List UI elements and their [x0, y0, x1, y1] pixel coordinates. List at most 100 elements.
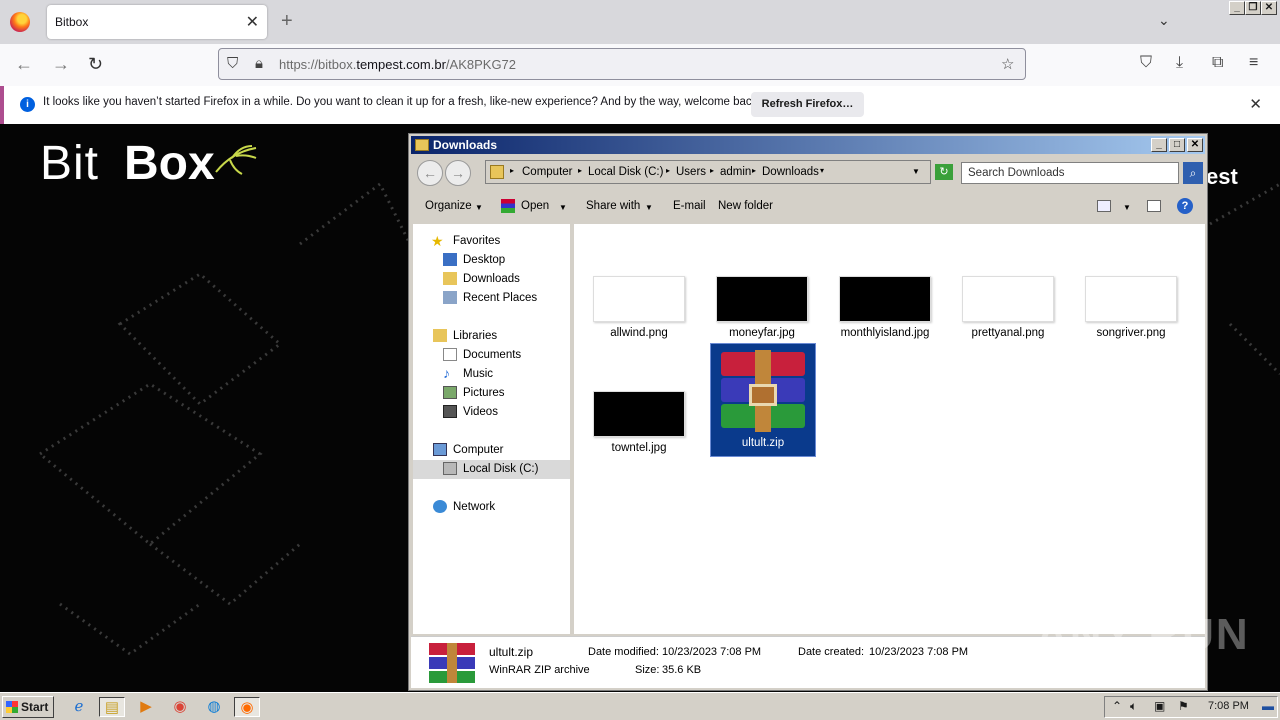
crumb-admin[interactable]: admin: [720, 166, 751, 178]
address-dropdown-icon[interactable]: ▼: [912, 167, 920, 176]
nav-videos[interactable]: Videos: [463, 406, 498, 418]
explorer-forward-icon[interactable]: →: [445, 160, 471, 186]
email-button[interactable]: E-mail: [673, 200, 706, 212]
taskbar-clock[interactable]: 7:08 PM: [1208, 700, 1249, 712]
network-tray-icon[interactable]: ▣: [1154, 699, 1165, 713]
nav-documents[interactable]: Documents: [463, 349, 521, 361]
bookmark-star-icon[interactable]: ☆: [1001, 55, 1014, 73]
minimize-icon[interactable]: _: [1229, 1, 1245, 15]
forward-icon[interactable]: →: [52, 54, 70, 75]
refresh-firefox-button[interactable]: Refresh Firefox…: [751, 92, 864, 117]
crumb-separator[interactable]: ▸: [666, 166, 670, 175]
share-with-button[interactable]: Share with: [586, 200, 640, 212]
restore-icon[interactable]: ❐: [1245, 1, 1261, 15]
crumb-users[interactable]: Users: [676, 166, 706, 178]
bitbox-logo-box: Box: [124, 137, 215, 190]
reload-icon[interactable]: ↻: [88, 54, 103, 75]
downloads-folder-icon: [443, 272, 457, 285]
view-dropdown-icon[interactable]: ▼: [1123, 203, 1131, 212]
nav-computer[interactable]: Computer: [453, 444, 504, 456]
organize-dropdown-icon[interactable]: ▼: [475, 203, 483, 212]
nav-network[interactable]: Network: [453, 501, 495, 513]
file-item[interactable]: prettyanal.png: [955, 276, 1061, 339]
address-bar[interactable]: ▸ Computer ▸ Local Disk (C:) ▸ Users ▸ a…: [485, 160, 931, 184]
explorer-refresh-icon[interactable]: ↻: [935, 164, 953, 180]
help-icon[interactable]: ?: [1177, 198, 1193, 214]
details-created-label: Date created:: [798, 646, 865, 658]
browser-tab[interactable]: Bitbox ✕: [47, 5, 267, 39]
file-item[interactable]: allwind.png: [586, 276, 692, 339]
crumb-downloads[interactable]: Downloads: [762, 166, 819, 178]
open-button[interactable]: Open: [521, 200, 549, 212]
open-dropdown-icon[interactable]: ▼: [559, 203, 567, 212]
tray-expand-icon[interactable]: ⌃: [1112, 699, 1122, 713]
crumb-separator[interactable]: ▸: [752, 166, 756, 175]
url-text: https://bitbox.tempest.com.br/AK8PKG72: [279, 57, 517, 72]
nav-music[interactable]: Music: [463, 368, 493, 380]
volume-icon[interactable]: 🔈︎: [1130, 699, 1137, 714]
back-icon[interactable]: ←: [15, 54, 33, 75]
nav-downloads[interactable]: Downloads: [463, 273, 520, 285]
palm-logo-icon: [215, 145, 257, 175]
firefox-logo-icon: [10, 12, 30, 32]
crumb-local-disk[interactable]: Local Disk (C:): [588, 166, 663, 178]
nav-libraries[interactable]: Libraries: [453, 330, 497, 342]
file-item[interactable]: towntel.jpg: [586, 391, 692, 454]
preview-pane-icon[interactable]: [1147, 200, 1161, 212]
explorer-back-icon[interactable]: ←: [417, 160, 443, 186]
explorer-title: Downloads: [433, 138, 498, 152]
organize-button[interactable]: Organize: [425, 200, 472, 212]
tab-list-chevron-icon[interactable]: ⌄: [1158, 12, 1170, 29]
nav-recent-places[interactable]: Recent Places: [463, 292, 537, 304]
file-item-selected[interactable]: ultult.zip: [710, 343, 816, 457]
show-desktop-icon[interactable]: ▬: [1262, 699, 1274, 713]
notification-message: It looks like you haven’t started Firefo…: [43, 96, 761, 108]
nav-local-disk[interactable]: Local Disk (C:): [463, 463, 538, 475]
explorer-titlebar: Downloads _ □ ✕: [411, 136, 1205, 154]
explorer-taskbar-icon[interactable]: ▤: [99, 697, 125, 717]
notification-close-icon[interactable]: ✕: [1249, 95, 1262, 113]
chrome-icon[interactable]: ◉: [167, 697, 193, 717]
file-item[interactable]: moneyfar.jpg: [709, 276, 815, 339]
search-icon[interactable]: ⌕: [1183, 162, 1203, 184]
start-button[interactable]: Start: [2, 696, 54, 718]
extensions-icon[interactable]: ⧉: [1212, 54, 1223, 72]
image-thumbnail: [593, 276, 685, 322]
firefox-taskbar-icon[interactable]: ◉: [234, 697, 260, 717]
nav-favorites[interactable]: Favorites: [453, 235, 500, 247]
new-folder-button[interactable]: New folder: [718, 200, 773, 212]
edge-icon[interactable]: ◍: [201, 697, 227, 717]
internet-explorer-icon[interactable]: ℯ: [66, 697, 92, 717]
url-bar[interactable]: ⛉ 🔒︎ https://bitbox.tempest.com.br/AK8PK…: [218, 48, 1026, 80]
action-center-flag-icon[interactable]: ⚑: [1178, 699, 1189, 713]
media-player-icon[interactable]: ▶: [133, 697, 159, 717]
info-icon: i: [20, 97, 35, 112]
winrar-small-icon: [501, 199, 515, 213]
new-tab-icon[interactable]: +: [281, 10, 293, 33]
explorer-maximize-icon[interactable]: □: [1169, 138, 1185, 152]
lock-icon[interactable]: 🔒︎: [255, 55, 263, 72]
tab-close-icon[interactable]: ✕: [246, 12, 259, 32]
explorer-window: Downloads _ □ ✕ ← → ▸ Computer ▸ Local D…: [408, 133, 1208, 691]
change-view-icon[interactable]: [1097, 200, 1111, 212]
pocket-icon[interactable]: ⛉: [1140, 54, 1152, 72]
close-icon[interactable]: ✕: [1261, 1, 1277, 15]
crumb-separator[interactable]: ▸: [710, 166, 714, 175]
menu-icon[interactable]: ≡: [1249, 54, 1258, 72]
shield-icon[interactable]: ⛉: [227, 55, 238, 72]
explorer-close-icon[interactable]: ✕: [1187, 138, 1203, 152]
file-item[interactable]: monthlyisland.jpg: [832, 276, 938, 339]
nav-desktop[interactable]: Desktop: [463, 254, 505, 266]
file-item[interactable]: songriver.png: [1078, 276, 1184, 339]
folder-icon: [415, 139, 429, 151]
network-icon: [433, 500, 447, 513]
share-dropdown-icon[interactable]: ▼: [645, 203, 653, 212]
crumb-separator[interactable]: ▸: [578, 166, 582, 175]
nav-pictures[interactable]: Pictures: [463, 387, 505, 399]
downloads-icon[interactable]: ⤓: [1176, 54, 1183, 72]
crumb-computer[interactable]: Computer: [522, 166, 573, 178]
details-file-name: ultult.zip: [489, 645, 534, 659]
search-input[interactable]: Search Downloads: [961, 162, 1179, 184]
crumb-separator[interactable]: ▾: [820, 166, 824, 175]
explorer-minimize-icon[interactable]: _: [1151, 138, 1167, 152]
